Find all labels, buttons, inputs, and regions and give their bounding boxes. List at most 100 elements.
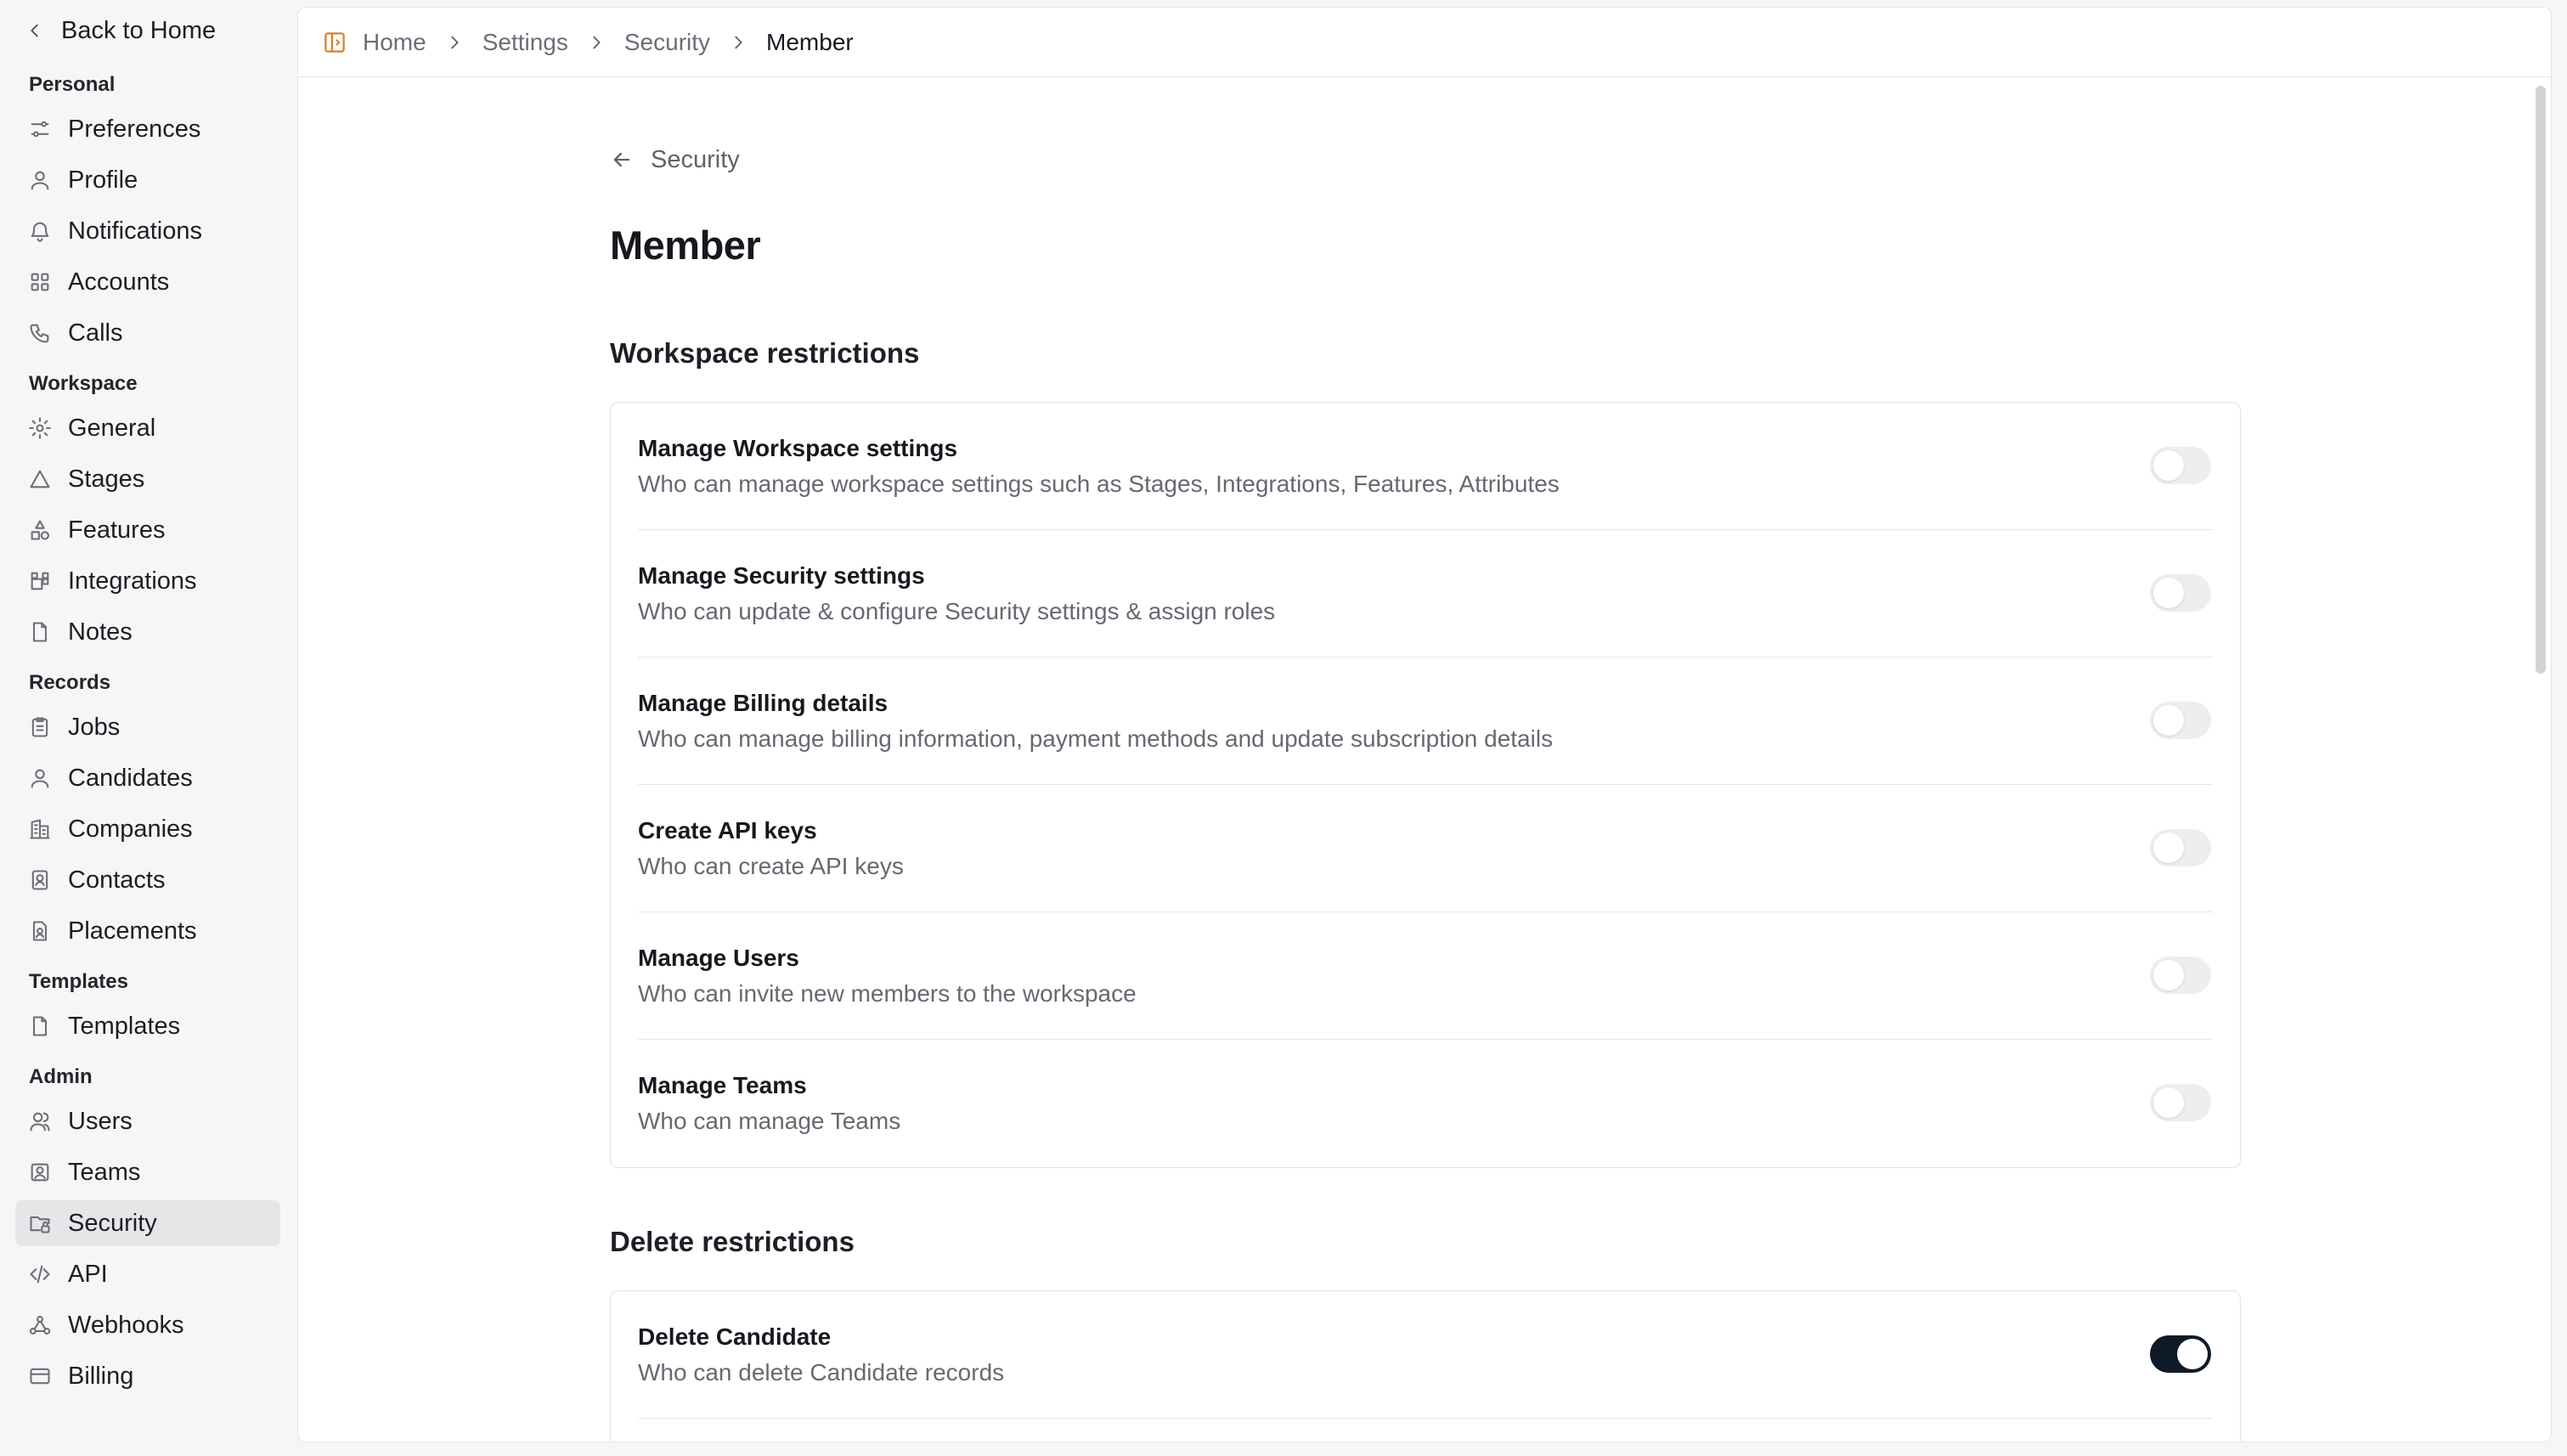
chevron-left-icon	[31, 24, 38, 37]
sidebar-item-label: Teams	[68, 1158, 141, 1186]
section-title-personal: Personal	[29, 73, 116, 96]
manage-billing-details-toggle[interactable]	[2150, 702, 2211, 739]
phone-icon	[27, 320, 53, 346]
sidebar-item-label: Jobs	[68, 713, 121, 741]
user-icon	[27, 765, 53, 791]
sidebar-item-contacts[interactable]: Contacts	[15, 857, 280, 903]
workspace-restrictions-card: Manage Workspace settings Who can manage…	[610, 402, 2241, 1168]
permission-description: Who can create API keys	[638, 853, 904, 879]
delete-restrictions-card: Delete Candidate Who can delete Candidat…	[610, 1290, 2241, 1442]
code-icon	[27, 1261, 53, 1287]
sidebar-item-billing[interactable]: Billing	[15, 1353, 280, 1399]
sidebar-item-profile[interactable]: Profile	[15, 157, 280, 203]
permission-row-manage-users: Manage Users Who can invite new members …	[638, 912, 2213, 1040]
page-title: Member	[610, 223, 761, 268]
delete-candidate-toggle[interactable]	[2150, 1335, 2211, 1373]
toggle-knob	[2153, 450, 2184, 481]
section-title-workspace: Workspace	[29, 372, 138, 395]
sidebar-toggle-icon[interactable]	[322, 30, 347, 55]
sidebar-item-webhooks[interactable]: Webhooks	[15, 1302, 280, 1348]
sidebar-item-preferences[interactable]: Preferences	[15, 106, 280, 152]
team-icon	[27, 1160, 53, 1185]
permission-row-manage-workspace-settings: Manage Workspace settings Who can manage…	[638, 403, 2213, 530]
manage-teams-toggle[interactable]	[2150, 1084, 2211, 1121]
permission-title: Create API keys	[638, 817, 817, 844]
toggle-knob	[2177, 1339, 2208, 1369]
sidebar-item-jobs[interactable]: Jobs	[15, 704, 280, 750]
sliders-icon	[27, 116, 53, 142]
sidebar-item-label: Calls	[68, 319, 123, 347]
create-api-keys-toggle[interactable]	[2150, 829, 2211, 866]
app-window: Back to Home Personal Preferences Profil…	[0, 0, 2567, 1456]
sidebar-item-teams[interactable]: Teams	[15, 1149, 280, 1195]
sidebar-item-features[interactable]: Features	[15, 507, 280, 553]
main-panel: Home Settings Security Member Security M…	[297, 7, 2552, 1442]
sidebar-item-placements[interactable]: Placements	[15, 908, 280, 954]
sidebar-item-label: Stages	[68, 465, 145, 493]
file-icon	[27, 619, 53, 645]
scrollbar-thumb[interactable]	[2536, 86, 2546, 674]
toggle-knob	[2153, 1087, 2184, 1118]
breadcrumb-security[interactable]: Security	[624, 29, 710, 56]
delete-restrictions-title: Delete restrictions	[610, 1226, 855, 1257]
sidebar-item-label: Notes	[68, 618, 133, 646]
sidebar-item-security[interactable]: Security	[15, 1200, 280, 1246]
manage-security-settings-toggle[interactable]	[2150, 574, 2211, 612]
sidebar-item-label: Users	[68, 1107, 133, 1135]
section-title-records: Records	[29, 671, 111, 694]
sidebar-item-label: Contacts	[68, 866, 166, 894]
sidebar-item-general[interactable]: General	[15, 405, 280, 451]
contact-card-icon	[27, 867, 53, 893]
permission-description: Who can manage billing information, paym…	[638, 725, 1554, 752]
arrow-left-icon	[613, 152, 630, 167]
sidebar-item-calls[interactable]: Calls	[15, 310, 280, 356]
settings-sidebar: Back to Home Personal Preferences Profil…	[0, 0, 296, 1456]
sidebar-item-label: Integrations	[68, 567, 197, 595]
sidebar-item-label: General	[68, 414, 156, 442]
sidebar-item-label: Webhooks	[68, 1311, 184, 1339]
sidebar-item-candidates[interactable]: Candidates	[15, 755, 280, 801]
sidebar-item-label: Security	[68, 1209, 157, 1237]
permission-description: Who can invite new members to the worksp…	[638, 980, 1137, 1007]
manage-users-toggle[interactable]	[2150, 957, 2211, 994]
manage-workspace-settings-toggle[interactable]	[2150, 447, 2211, 484]
sidebar-item-notes[interactable]: Notes	[15, 609, 280, 655]
sidebar-item-notifications[interactable]: Notifications	[15, 208, 280, 254]
sidebar-item-api[interactable]: API	[15, 1251, 280, 1297]
sidebar-item-label: Features	[68, 516, 166, 544]
sidebar-item-integrations[interactable]: Integrations	[15, 558, 280, 604]
sidebar-item-label: Billing	[68, 1362, 134, 1390]
puzzle-icon	[27, 568, 53, 594]
permission-title: Manage Billing details	[638, 690, 889, 716]
sidebar-item-label: Notifications	[68, 217, 202, 245]
toggle-knob	[2153, 705, 2184, 736]
placement-icon	[27, 918, 53, 944]
back-to-security-link[interactable]: Security	[610, 138, 740, 181]
toggle-knob	[2153, 578, 2184, 608]
clipboard-icon	[27, 714, 53, 740]
sidebar-item-templates[interactable]: Templates	[15, 1003, 280, 1049]
sidebar-item-label: API	[68, 1260, 108, 1288]
permission-description: Who can delete Candidate records	[638, 1359, 1005, 1385]
back-to-home-link[interactable]: Back to Home	[25, 12, 216, 49]
permission-row-manage-security-settings: Manage Security settings Who can update …	[638, 530, 2213, 657]
permission-title: Delete Candidate	[638, 1323, 832, 1350]
sidebar-item-companies[interactable]: Companies	[15, 806, 280, 852]
breadcrumb-member: Member	[766, 28, 854, 55]
breadcrumb-settings[interactable]: Settings	[482, 29, 568, 56]
sidebar-item-label: Preferences	[68, 115, 201, 143]
grid-icon	[27, 269, 53, 295]
sidebar-item-label: Companies	[68, 815, 193, 843]
sidebar-item-users[interactable]: Users	[15, 1098, 280, 1144]
chevron-right-icon	[735, 36, 742, 48]
sidebar-item-stages[interactable]: Stages	[15, 456, 280, 502]
sidebar-item-label: Candidates	[68, 764, 193, 792]
breadcrumb-home[interactable]: Home	[363, 29, 426, 56]
permission-title: Manage Security settings	[638, 562, 925, 589]
sidebar-item-accounts[interactable]: Accounts	[15, 259, 280, 305]
workspace-restrictions-title: Workspace restrictions	[610, 337, 920, 369]
user-icon	[27, 167, 53, 193]
triangle-icon	[27, 466, 53, 492]
permission-title: Manage Workspace settings	[638, 435, 958, 461]
sidebar-item-label: Placements	[68, 917, 197, 945]
